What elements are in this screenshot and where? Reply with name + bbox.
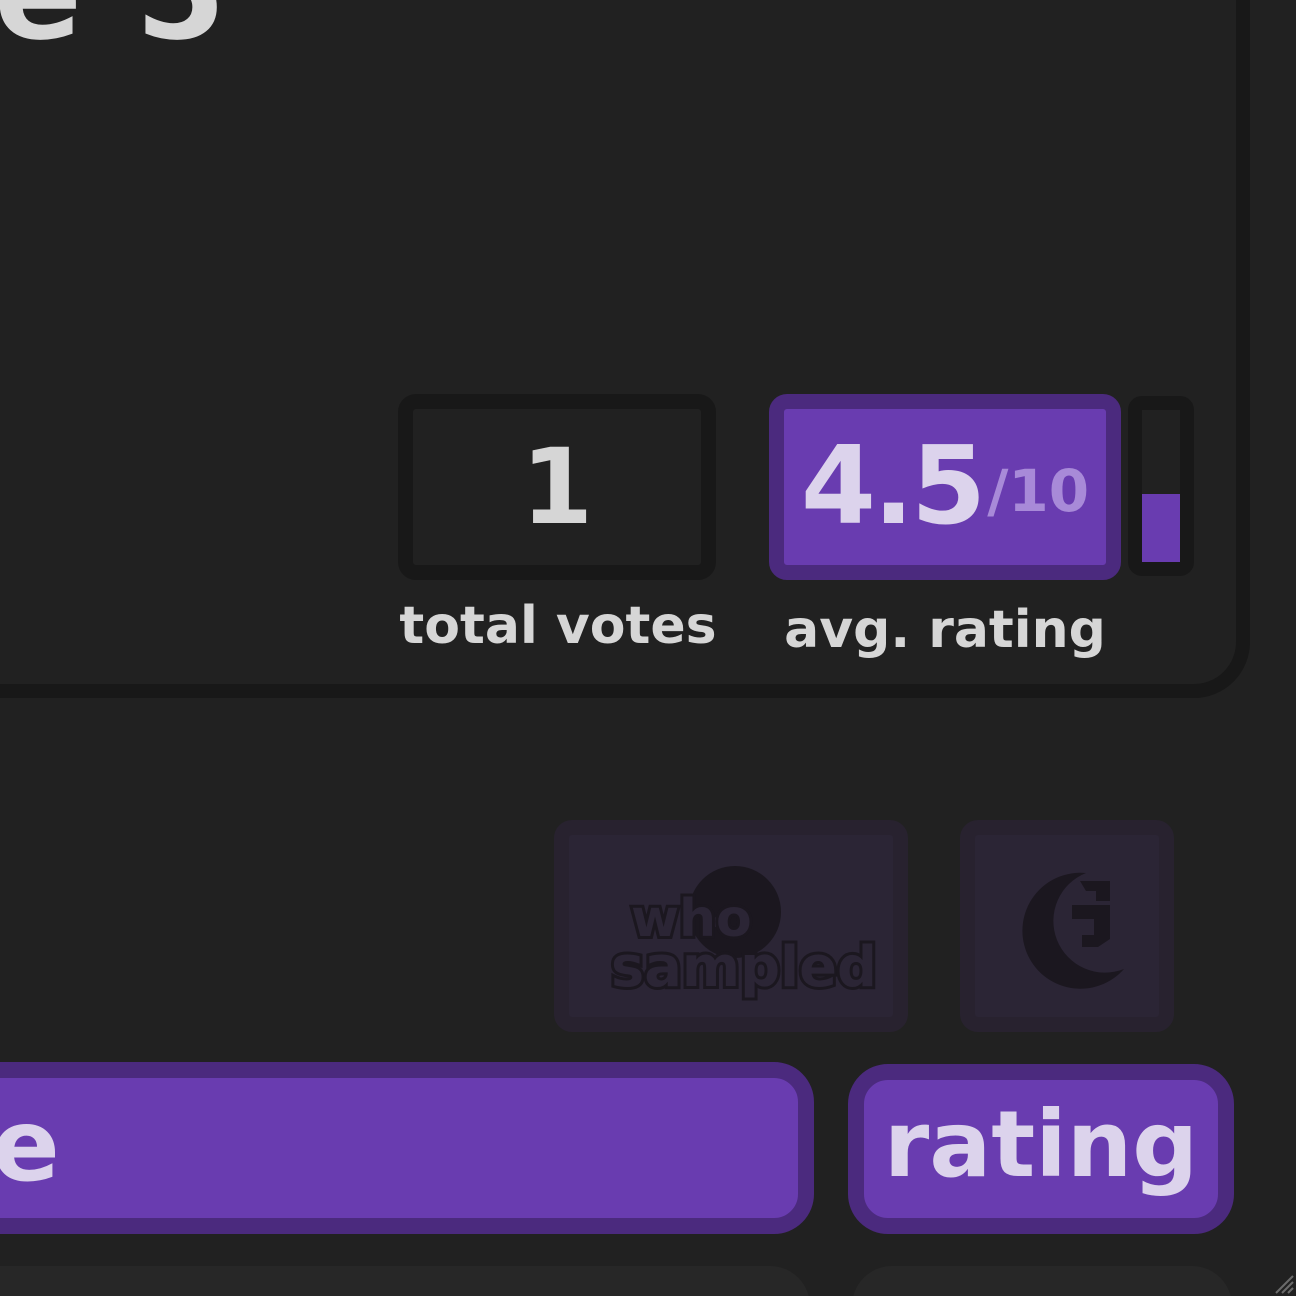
total-votes-label: total votes (399, 596, 717, 656)
left-action-label: e (0, 1096, 60, 1196)
song-title: e 5 (0, 0, 230, 58)
song-info-card (0, 0, 1250, 698)
avg-rating-label: avg. rating (784, 600, 1106, 660)
rating-button[interactable]: rating (848, 1064, 1234, 1234)
left-action-button[interactable]: e (0, 1062, 814, 1234)
whosampled-logo: who sampled (608, 866, 880, 1003)
avg-rating-suffix: /10 (987, 457, 1090, 525)
total-votes-value: 1 (520, 426, 594, 548)
whosampled-logo-line2: sampled (611, 935, 877, 1000)
avg-rating-value: 4.5 (800, 424, 986, 549)
total-votes-box: 1 (398, 394, 716, 580)
genius-g-icon (1022, 872, 1124, 989)
next-panel-right (852, 1266, 1232, 1296)
genius-link-button[interactable] (960, 820, 1174, 1032)
next-panel-left (0, 1266, 810, 1296)
avg-rating-box: 4.5/10 (769, 394, 1121, 580)
resize-handle-icon[interactable] (1272, 1272, 1294, 1294)
rating-button-label: rating (883, 1091, 1199, 1198)
page: e 5 1 total votes 4.5/10 avg. rating who… (0, 0, 1296, 1296)
whosampled-link-button[interactable]: who sampled (554, 820, 908, 1032)
rating-meter-fill (1142, 493, 1180, 562)
rating-meter (1128, 396, 1194, 576)
